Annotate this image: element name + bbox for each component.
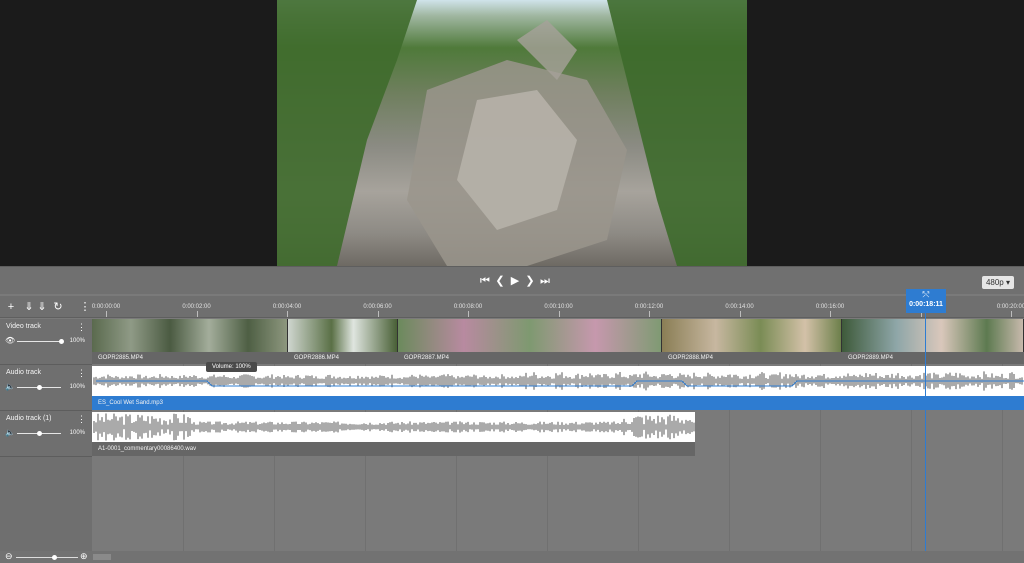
ruler-tick-label: 0:00:10:00: [544, 304, 573, 310]
ruler-tick: [649, 311, 650, 317]
ruler-tick: [1011, 311, 1012, 317]
skip-to-start-button[interactable]: ⏮: [478, 273, 492, 289]
clip-label: GOPR2887.MP4: [398, 352, 662, 364]
speaker-icon[interactable]: 🔈: [5, 428, 15, 437]
zoom-knob[interactable]: [52, 555, 57, 560]
volume-slider[interactable]: [17, 385, 61, 390]
ruler-tick-label: 0:00:02:00: [182, 304, 211, 310]
track-value: 100%: [69, 384, 85, 390]
track-value: 100%: [69, 430, 85, 436]
speaker-icon[interactable]: 🔈: [5, 382, 15, 391]
trim-icon: ⤲: [922, 290, 930, 299]
ruler-tick: [106, 311, 107, 317]
slider-knob[interactable]: [58, 339, 64, 344]
track-name: Video track: [6, 323, 41, 330]
transport-bar: ⏮ ❮ ▶ ❯ ⏭ 480p ▾: [0, 266, 1024, 294]
track-header-video: Video track ⋮ 👁 100%: [0, 319, 92, 365]
clip-label: A1-0001_commentary00086400.wav: [92, 442, 695, 456]
ruler-tick-label: 0:00:16:00: [815, 304, 845, 310]
ruler-tick-label: 0:00:06:00: [363, 304, 392, 310]
track-header-empty: [0, 457, 92, 551]
ruler-tick: [377, 311, 379, 317]
ruler-tick-label: 0:00:04:00: [272, 304, 302, 310]
ruler-tick: [468, 311, 469, 317]
ruler-tick: [558, 311, 560, 317]
preview-frame: [277, 0, 747, 266]
add-icon[interactable]: +: [4, 300, 18, 314]
video-clip-thumbnails[interactable]: [662, 319, 842, 352]
volume-slider[interactable]: [17, 431, 61, 436]
time-ruler[interactable]: 0:00:00:00 0:00:02:00 0:00:04:00 0:00:06:00…: [92, 296, 1024, 318]
timeline-tools: + ⇓ ⇓ ↻ ⋮: [0, 296, 92, 318]
preview-image: [277, 0, 747, 266]
track-header-audio-2: Audio track (1) ⋮ 🔈 100%: [0, 411, 92, 457]
playhead-time: 0:00:18:11: [909, 301, 943, 308]
opacity-slider[interactable]: [17, 339, 64, 344]
play-button[interactable]: ▶: [508, 273, 522, 289]
tracks-area: GOPR2885.MP4 GOPR2886.MP4 GOPR2887.MP4 G…: [92, 319, 1024, 563]
import-icon[interactable]: ⇓: [22, 300, 36, 314]
ruler-tick-label: 0:00:20:00: [996, 304, 1024, 310]
waveform: [93, 413, 695, 441]
slider-knob[interactable]: [36, 385, 42, 390]
clip-label: GOPR2886.MP4: [288, 352, 398, 364]
track-menu-icon[interactable]: ⋮: [77, 322, 86, 333]
next-frame-button[interactable]: ❯: [523, 273, 537, 289]
slider-knob[interactable]: [36, 431, 42, 436]
ruler-tick: [196, 311, 198, 317]
ruler-tick: [739, 311, 741, 317]
track-name: Audio track: [6, 369, 42, 376]
video-clip-thumbnails[interactable]: [288, 319, 398, 352]
clip-label: ES_Cool Wet Sand.mp3: [92, 396, 1024, 410]
preview-area: [0, 0, 1024, 266]
track-value: 100%: [69, 338, 85, 344]
clip-label: GOPR2885.MP4: [92, 352, 288, 364]
clip-label: GOPR2888.MP4: [662, 352, 842, 364]
ruler-tick: [287, 311, 288, 317]
video-editor-app: ⏮ ❮ ▶ ❯ ⏭ 480p ▾ + ⇓ ⇓ ↻ ⋮ 0:00:00:00 0:0…: [0, 0, 1024, 563]
zoom-out-icon[interactable]: ⊖: [5, 551, 13, 562]
clip-label: GOPR2889.MP4: [842, 352, 1024, 364]
export-icon[interactable]: ⇓: [35, 300, 49, 314]
zoom-in-icon[interactable]: ⊕: [80, 551, 88, 562]
video-clip-thumbnails[interactable]: [842, 319, 1024, 352]
ruler-tick-label: 0:00:14:00: [725, 304, 754, 310]
track-header-audio-1: Audio track ⋮ 🔈 100%: [0, 365, 92, 411]
video-clip-thumbnails[interactable]: [92, 319, 288, 352]
tools-menu-icon[interactable]: ⋮: [78, 300, 92, 314]
playhead-marker[interactable]: ⤲ 0:00:18:11: [906, 289, 946, 313]
video-clip-thumbnails[interactable]: [398, 319, 662, 352]
playhead-line[interactable]: [925, 289, 926, 563]
eye-icon[interactable]: 👁: [5, 336, 15, 345]
quality-select[interactable]: 480p ▾: [981, 276, 1014, 289]
timeline-editor: ⏮ ❮ ▶ ❯ ⏭ 480p ▾ + ⇓ ⇓ ↻ ⋮ 0:00:00:00 0:0…: [0, 266, 1024, 563]
ruler-tick: [830, 311, 831, 317]
ruler-tick-label: 0:00:12:00: [634, 304, 664, 310]
audio-clip-commentary[interactable]: [92, 412, 695, 442]
track-menu-icon[interactable]: ⋮: [77, 414, 86, 425]
skip-to-end-button[interactable]: ⏭: [538, 273, 552, 289]
ruler-tick-label: 0:00:00:00: [91, 304, 121, 310]
previous-frame-button[interactable]: ❮: [493, 273, 507, 289]
zoom-slider[interactable]: [16, 555, 78, 560]
zoom-bar: ⊖ ⊕: [0, 551, 1024, 563]
volume-tooltip: Volume: 100%: [206, 362, 257, 372]
track-menu-icon[interactable]: ⋮: [77, 368, 86, 379]
ruler-tick-label: 0:00:08:00: [453, 304, 483, 310]
track-name: Audio track (1): [6, 415, 52, 422]
refresh-icon[interactable]: ↻: [51, 300, 65, 314]
horizontal-scrollbar[interactable]: [93, 554, 111, 560]
